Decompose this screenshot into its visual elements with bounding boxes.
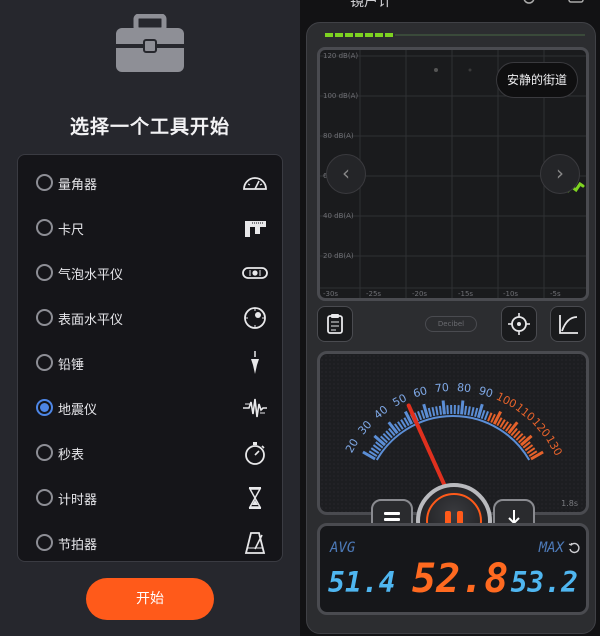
crosshair-icon: [508, 313, 530, 335]
radio-button[interactable]: [36, 534, 53, 551]
tool-item-protractor[interactable]: 量角器: [18, 163, 282, 203]
meter-scale-label: 80: [456, 381, 471, 395]
meter-scale-label: 70: [434, 381, 449, 395]
tool-item-surface-level[interactable]: 表面水平仪: [18, 298, 282, 338]
tool-item-metronome[interactable]: 节拍器: [18, 523, 282, 563]
tool-item-plumb-bob[interactable]: 铅锤: [18, 343, 282, 383]
status-text: 镜户计: [350, 0, 392, 10]
radio-button[interactable]: [36, 354, 53, 371]
status-icon: [523, 0, 535, 4]
y-axis-label: 40 dB(A): [323, 212, 354, 220]
y-axis-label: 120 dB(A): [323, 52, 359, 60]
status-bar: 镜户计: [300, 0, 600, 22]
digital-readout: AVG MAX 51.4 52.8 53.2: [317, 523, 589, 615]
tool-item-timer[interactable]: 计时器: [18, 478, 282, 518]
y-axis-label: 80 dB(A): [323, 132, 354, 140]
x-axis-label: -5s: [550, 290, 561, 298]
protractor-icon: [243, 177, 267, 190]
seismograph-icon: [243, 398, 267, 418]
curve-chart-icon: [559, 315, 578, 334]
radio-button[interactable]: [36, 309, 53, 326]
chart-mode-button[interactable]: [550, 306, 586, 342]
previous-button[interactable]: ‹: [326, 154, 366, 194]
radio-button[interactable]: [36, 174, 53, 191]
tool-item-caliper[interactable]: 卡尺: [18, 208, 282, 248]
radio-button[interactable]: [36, 489, 53, 506]
page-title: 选择一个工具开始: [69, 116, 230, 138]
meter-tick: [441, 400, 446, 415]
x-axis-label: -25s: [366, 290, 382, 298]
tool-label: 铅锤: [58, 358, 85, 373]
meter-tick: [446, 405, 449, 415]
tool-label: 气泡水平仪: [58, 268, 124, 283]
stopwatch-icon: [245, 442, 265, 465]
radio-button[interactable]: [36, 444, 53, 461]
caliper-icon: [245, 221, 266, 237]
meter-tick: [460, 400, 465, 415]
meter-device: 120 dB(A) 100 dB(A) 80 dB(A) 60 40 dB(A)…: [306, 22, 596, 634]
tool-label: 计时器: [58, 493, 98, 508]
toolbox-icon: [116, 14, 184, 72]
clipboard-button[interactable]: [317, 306, 353, 342]
current-decibel-value: 52.8: [412, 556, 509, 602]
brand-logo: Decibel: [425, 316, 477, 332]
tool-label: 秒表: [58, 448, 85, 463]
avg-value: 51.4: [328, 566, 396, 599]
level-indicator-strip: [325, 33, 585, 37]
hourglass-icon: [248, 487, 262, 509]
start-button[interactable]: 开始: [86, 578, 214, 620]
meter-tick: [457, 405, 460, 415]
y-axis-label: 100 dB(A): [323, 92, 359, 100]
tool-label: 量角器: [58, 178, 98, 193]
tool-label: 表面水平仪: [58, 313, 124, 328]
calibrate-button[interactable]: [501, 306, 537, 342]
max-label: MAX: [538, 540, 564, 556]
reset-icon[interactable]: [568, 542, 580, 554]
radio-button[interactable]: [36, 219, 53, 236]
tool-label: 节拍器: [58, 538, 98, 553]
avg-label: AVG: [330, 540, 356, 556]
x-axis-label: -20s: [412, 290, 428, 298]
x-axis-label: -30s: [323, 290, 339, 298]
meter-tick: [438, 405, 443, 415]
x-axis-label: -10s: [503, 290, 519, 298]
tool-selector-panel: 选择一个工具开始 量角器 卡尺 气泡水平仪 表面水平仪 铅锤 地震仪 秒表 计时…: [0, 0, 300, 636]
decibel-history-graph: 120 dB(A) 100 dB(A) 80 dB(A) 60 40 dB(A)…: [317, 47, 589, 301]
chevron-right-icon: ›: [556, 161, 564, 185]
tool-item-seismograph[interactable]: 地震仪: [18, 388, 282, 428]
radio-button-selected[interactable]: [36, 399, 53, 416]
tool-item-stopwatch[interactable]: 秒表: [18, 433, 282, 473]
chevron-left-icon: ‹: [342, 161, 350, 185]
metronome-icon: [244, 532, 266, 554]
x-axis-label: -15s: [458, 290, 474, 298]
bubble-level-icon: [242, 267, 268, 279]
next-button[interactable]: ›: [540, 154, 580, 194]
radio-button[interactable]: [36, 264, 53, 281]
tool-list: 量角器 卡尺 气泡水平仪 表面水平仪 铅锤 地震仪 秒表 计时器 节拍器: [17, 154, 283, 562]
max-value: 53.2: [510, 566, 578, 599]
plumb-bob-icon: [251, 351, 259, 374]
environment-badge[interactable]: 安静的街道: [495, 62, 578, 98]
battery-icon: [568, 0, 584, 3]
response-time-label: 1.8s: [561, 499, 578, 508]
clipboard-icon: [327, 314, 343, 334]
tool-item-bubble-level[interactable]: 气泡水平仪: [18, 253, 282, 293]
tool-label: 卡尺: [58, 223, 85, 238]
y-axis-label: 20 dB(A): [323, 252, 354, 260]
sound-meter-app: 镜户计 120 dB(A) 100 dB(A) 80 dB(A) 60 40 d…: [300, 0, 600, 636]
tool-label: 地震仪: [58, 403, 98, 418]
surface-level-icon: [244, 307, 266, 329]
meter-tick: [463, 405, 468, 415]
